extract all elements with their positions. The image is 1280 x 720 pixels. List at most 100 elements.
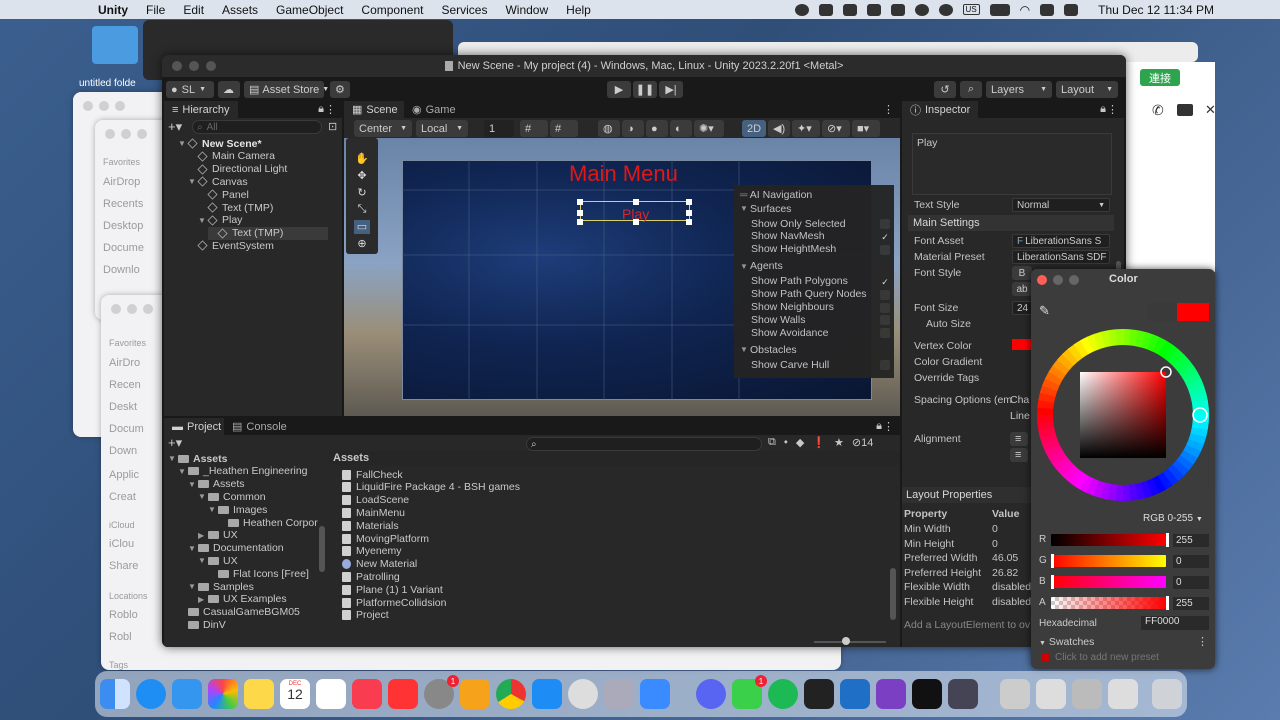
checkbox[interactable]: ✓: [880, 232, 890, 242]
discord-icon[interactable]: [696, 679, 726, 709]
input-source-badge[interactable]: US: [962, 4, 980, 15]
add-button[interactable]: +▾: [168, 119, 182, 135]
search-options-icon[interactable]: ⊡: [328, 120, 337, 133]
overlay-section-header[interactable]: ▼ Agents: [740, 260, 783, 273]
preset-swatch[interactable]: [1041, 653, 1049, 661]
chevron-down-icon[interactable]: ▼: [178, 467, 188, 476]
asset-item[interactable]: MainMenu: [342, 506, 405, 519]
mode-2d-button[interactable]: 2D: [742, 120, 766, 137]
project-folder[interactable]: Heathen Corpor: [218, 516, 318, 529]
project-folder[interactable]: ▶ UX Examples: [198, 593, 287, 606]
status-icon[interactable]: [938, 3, 953, 16]
hierarchy-search[interactable]: ⌕ All: [192, 120, 322, 134]
github-desktop-icon[interactable]: [876, 679, 906, 709]
pages-icon[interactable]: [460, 679, 490, 709]
menu-edit[interactable]: Edit: [174, 3, 213, 17]
more-icon[interactable]: ⋮: [883, 420, 894, 433]
search-button[interactable]: ⌕: [960, 81, 982, 98]
sidebar-item[interactable]: Creat: [109, 491, 136, 503]
recent-window-thumb[interactable]: [1108, 679, 1138, 709]
sidebar-item[interactable]: Applic: [109, 469, 139, 481]
recent-window-thumb[interactable]: [1072, 679, 1102, 709]
pause-button[interactable]: ❚❚: [633, 81, 657, 98]
overlay-option[interactable]: Show HeightMesh: [751, 243, 836, 256]
history-button[interactable]: ↺: [934, 81, 956, 98]
chevron-down-icon[interactable]: ▼: [188, 480, 198, 489]
asset-item[interactable]: LiquidFire Package 4 - BSH games: [342, 481, 520, 494]
main-settings-header[interactable]: Main Settings: [908, 215, 1114, 231]
chevron-down-icon[interactable]: ▼: [198, 492, 208, 501]
project-folder[interactable]: ▼ Documentation: [188, 542, 284, 555]
menu-unity[interactable]: Unity: [89, 3, 137, 17]
status-icon[interactable]: [818, 3, 833, 16]
project-folder[interactable]: ▼ UX: [198, 554, 238, 567]
sidebar-item[interactable]: Downlo: [103, 264, 140, 276]
minimize-window-button[interactable]: [189, 61, 199, 71]
sidebar-item[interactable]: Recents: [103, 198, 143, 210]
project-folder[interactable]: Flat Icons [Free]: [208, 567, 309, 580]
rect-handle[interactable]: [686, 199, 692, 205]
asset-item[interactable]: Plane (1) 1 Variant: [342, 583, 443, 596]
spotify-icon[interactable]: [768, 679, 798, 709]
tree-scrollbar[interactable]: [319, 526, 325, 572]
rect-tool-icon[interactable]: ▭: [354, 220, 370, 234]
font-size-field[interactable]: 24: [1012, 301, 1032, 315]
connect-button[interactable]: 連接: [1140, 69, 1180, 86]
status-icon[interactable]: [890, 3, 905, 16]
unity-hub-icon[interactable]: [804, 679, 834, 709]
sidebar-item[interactable]: Deskt: [109, 401, 137, 413]
reminders-icon[interactable]: [316, 679, 346, 709]
more-icon[interactable]: ⋮: [1107, 103, 1118, 116]
align-left-button[interactable]: ≡: [1010, 432, 1028, 446]
checkbox[interactable]: [880, 315, 890, 326]
hue-wheel[interactable]: [1037, 329, 1209, 501]
bold-button[interactable]: B: [1012, 266, 1032, 280]
folder-icon[interactable]: [92, 26, 138, 64]
overlay-section-header[interactable]: ▼ Obstacles: [740, 343, 797, 356]
chevron-down-icon[interactable]: ▼: [188, 177, 198, 186]
tab-scene[interactable]: ▦ Scene: [344, 101, 406, 118]
scene-search-icon[interactable]: ⧉: [768, 436, 776, 449]
drag-handle-icon[interactable]: ═: [740, 189, 747, 201]
picker-close-button[interactable]: [1037, 275, 1047, 285]
wifi-icon[interactable]: ◠: [1020, 3, 1030, 17]
sidebar-item[interactable]: AirDro: [109, 357, 140, 369]
checkbox[interactable]: [880, 328, 890, 339]
checkbox[interactable]: [880, 302, 890, 313]
hierarchy-item[interactable]: Text (TMP): [208, 226, 328, 240]
music-icon[interactable]: [352, 679, 382, 709]
font-asset-field[interactable]: F LiberationSans S: [1012, 234, 1110, 248]
app-store-icon[interactable]: [532, 679, 562, 709]
tab-project[interactable]: ▬ Project: [164, 418, 230, 435]
sidebar-item[interactable]: Docum: [109, 423, 144, 435]
slider-thumb[interactable]: [1051, 554, 1054, 568]
step-button[interactable]: ▶|: [659, 81, 683, 98]
more-icon[interactable]: ⋮: [325, 103, 336, 116]
clock[interactable]: Thu Dec 12 11:34 PM: [1098, 3, 1214, 17]
channel-g-slider[interactable]: [1051, 554, 1166, 568]
chat-window[interactable]: 連接 ✆ ✕: [1125, 62, 1216, 272]
hierarchy-item[interactable]: Directional Light: [188, 163, 287, 176]
status-icon[interactable]: [914, 3, 929, 16]
menu-window[interactable]: Window: [496, 3, 557, 17]
project-folder[interactable]: ▼ _Heathen Engineering: [178, 465, 308, 478]
sidebar-item[interactable]: AirDrop: [103, 176, 140, 188]
audio-button[interactable]: ◀): [768, 120, 790, 137]
status-icon[interactable]: [842, 3, 857, 16]
lowercase-button[interactable]: ab: [1012, 282, 1032, 296]
channel-a-value[interactable]: 255: [1173, 597, 1209, 610]
sphere-button[interactable]: ●: [646, 120, 668, 137]
chevron-down-icon[interactable]: ▼: [168, 454, 178, 463]
project-folder[interactable]: ▼ Common: [198, 490, 266, 503]
menu-file[interactable]: File: [137, 3, 174, 17]
chevron-down-icon[interactable]: ▼: [198, 556, 208, 565]
screen-recorder-icon[interactable]: [948, 679, 978, 709]
sidebar-item[interactable]: Robl: [109, 631, 132, 643]
settings-button[interactable]: ⚙: [330, 81, 350, 98]
material-preset-dropdown[interactable]: LiberationSans SDF M: [1012, 250, 1110, 264]
chevron-down-icon[interactable]: ▼: [188, 582, 198, 591]
asset-item[interactable]: FallCheck: [342, 468, 403, 481]
shading-button[interactable]: ◑: [622, 120, 644, 137]
color-mode-dropdown[interactable]: RGB 0-255 ▼: [1143, 513, 1203, 524]
project-folder[interactable]: ▼ Images: [208, 503, 267, 516]
